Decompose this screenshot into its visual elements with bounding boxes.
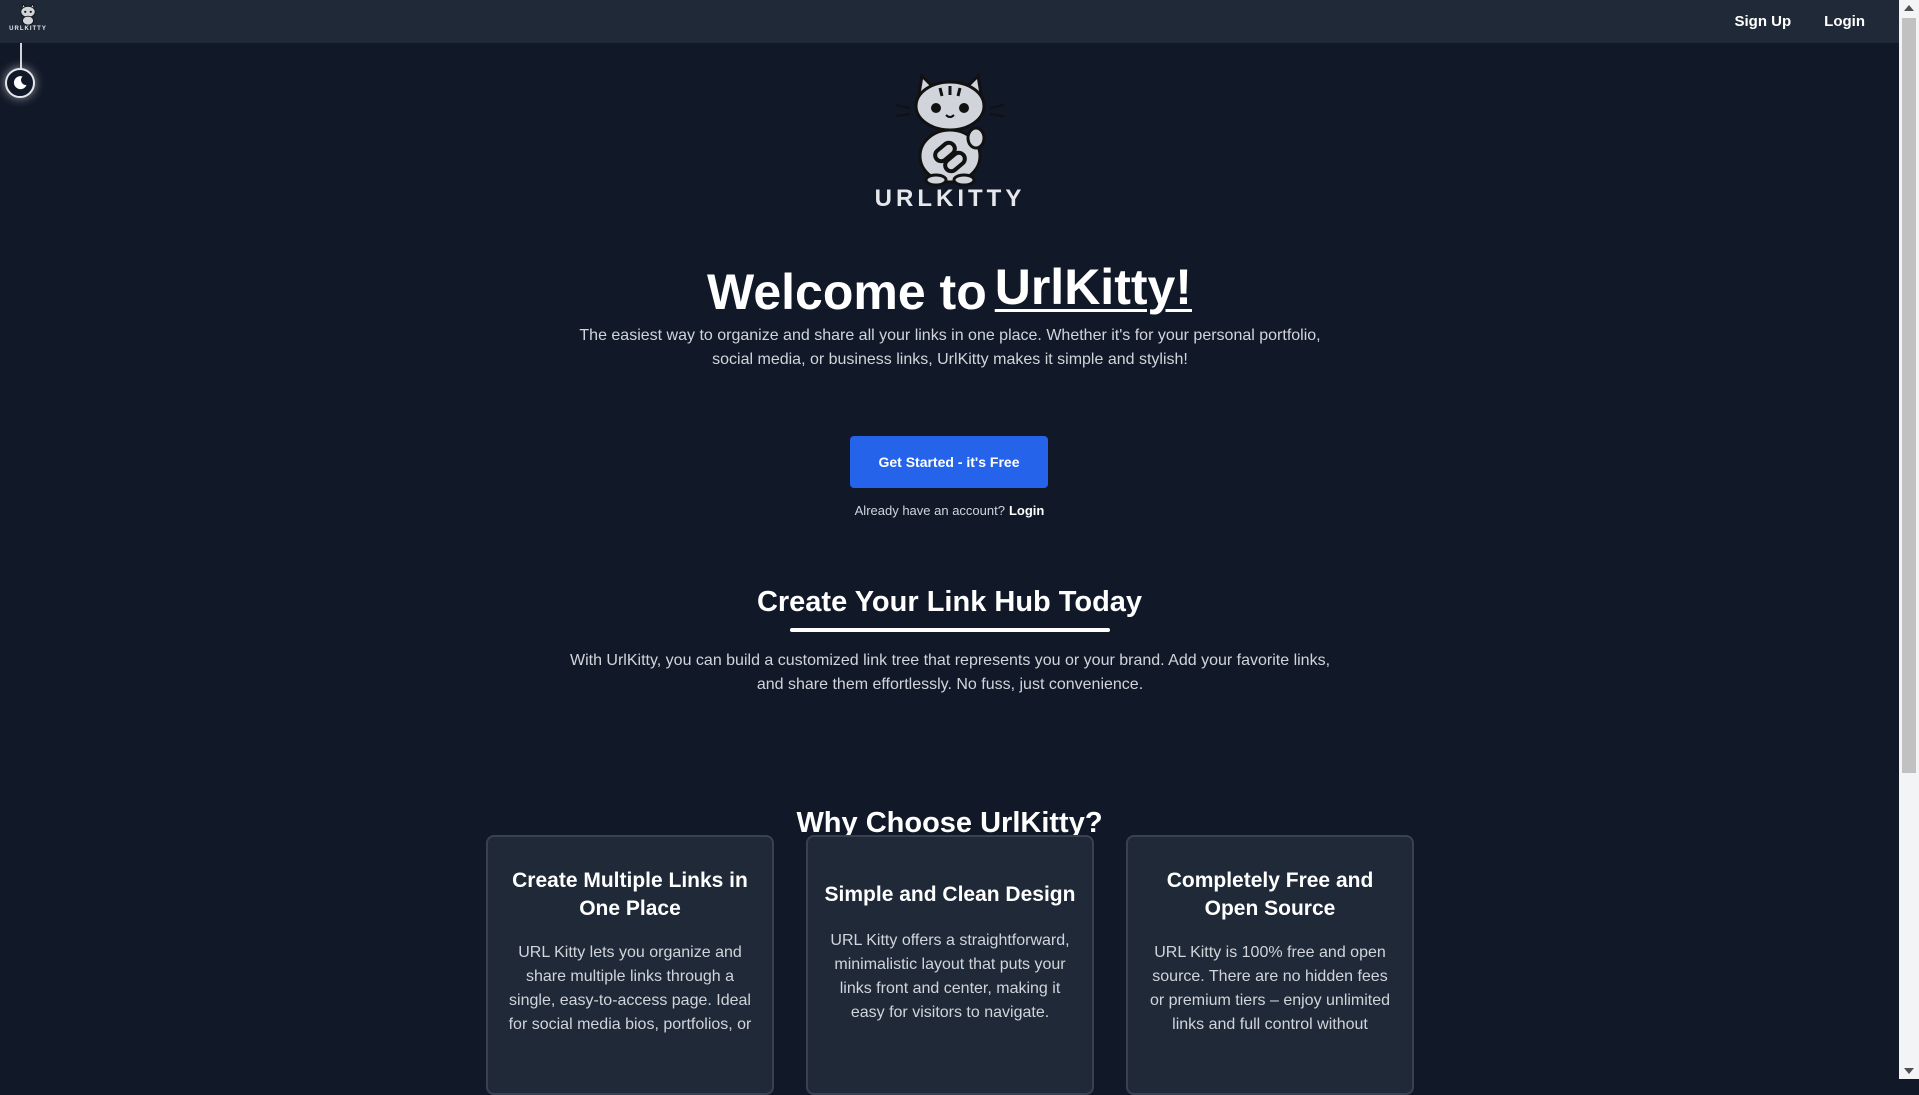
- feature-card-clean-design: Simple and Clean Design URL Kitty offers…: [806, 835, 1094, 1095]
- link-hub-heading: Create Your Link Hub Today: [756, 586, 1143, 618]
- theme-toggle-button[interactable]: [5, 68, 35, 98]
- get-started-button[interactable]: Get Started - it's Free: [850, 436, 1048, 488]
- welcome-prefix: Welcome to: [707, 264, 987, 320]
- top-navbar: URLKITTY Sign Up Login: [0, 0, 1899, 44]
- hero-intro-text: The easiest way to organize and share al…: [579, 327, 1321, 368]
- feature-card-multiple-links: Create Multiple Links in One Place URL K…: [486, 835, 774, 1095]
- toggle-string: [20, 43, 22, 70]
- welcome-brand: UrlKitty!: [994, 259, 1192, 315]
- feature-card-title: Simple and Clean Design: [824, 883, 1076, 906]
- scrollbar-thumb[interactable]: [1902, 18, 1916, 773]
- feature-card-text: URL Kitty offers a straightforward, mini…: [830, 932, 1070, 1021]
- hero-login-link[interactable]: Login: [1009, 503, 1044, 518]
- cat-mascot-icon: [895, 72, 1005, 187]
- feature-card-text: URL Kitty lets you organize and share mu…: [508, 944, 752, 1033]
- scroll-down-arrow-icon[interactable]: [1904, 1068, 1914, 1074]
- scroll-up-arrow-icon[interactable]: [1904, 5, 1914, 11]
- header-logo[interactable]: URLKITTY: [6, 3, 50, 35]
- account-prompt-text: Already have an account?: [854, 503, 1005, 518]
- link-hub-text: With UrlKitty, you can build a customize…: [569, 652, 1331, 693]
- nav-login-link[interactable]: Login: [1824, 13, 1865, 30]
- link-hub-heading-underline: [790, 628, 1110, 632]
- nav-signup-link[interactable]: Sign Up: [1735, 13, 1792, 30]
- page-scrollbar[interactable]: [1899, 0, 1919, 1079]
- cat-logo-icon: [20, 3, 36, 25]
- welcome-heading: Welcome to UrlKitty!: [0, 258, 1899, 321]
- nav-links: Sign Up Login: [1735, 0, 1866, 43]
- feature-card-free-open-source: Completely Free and Open Source URL Kitt…: [1126, 835, 1414, 1095]
- feature-card-title: Completely Free and Open Source: [1166, 869, 1374, 920]
- account-prompt: Already have an account? Login: [0, 503, 1899, 518]
- feature-card-title: Create Multiple Links in One Place: [512, 869, 748, 920]
- hero-logo-text: URLKITTY: [874, 185, 1026, 212]
- hero-logo: URLKITTY: [870, 68, 1030, 212]
- moon-icon: [13, 76, 27, 90]
- header-logo-text: URLKITTY: [9, 26, 47, 32]
- feature-card-text: URL Kitty is 100% free and open source. …: [1149, 944, 1391, 1033]
